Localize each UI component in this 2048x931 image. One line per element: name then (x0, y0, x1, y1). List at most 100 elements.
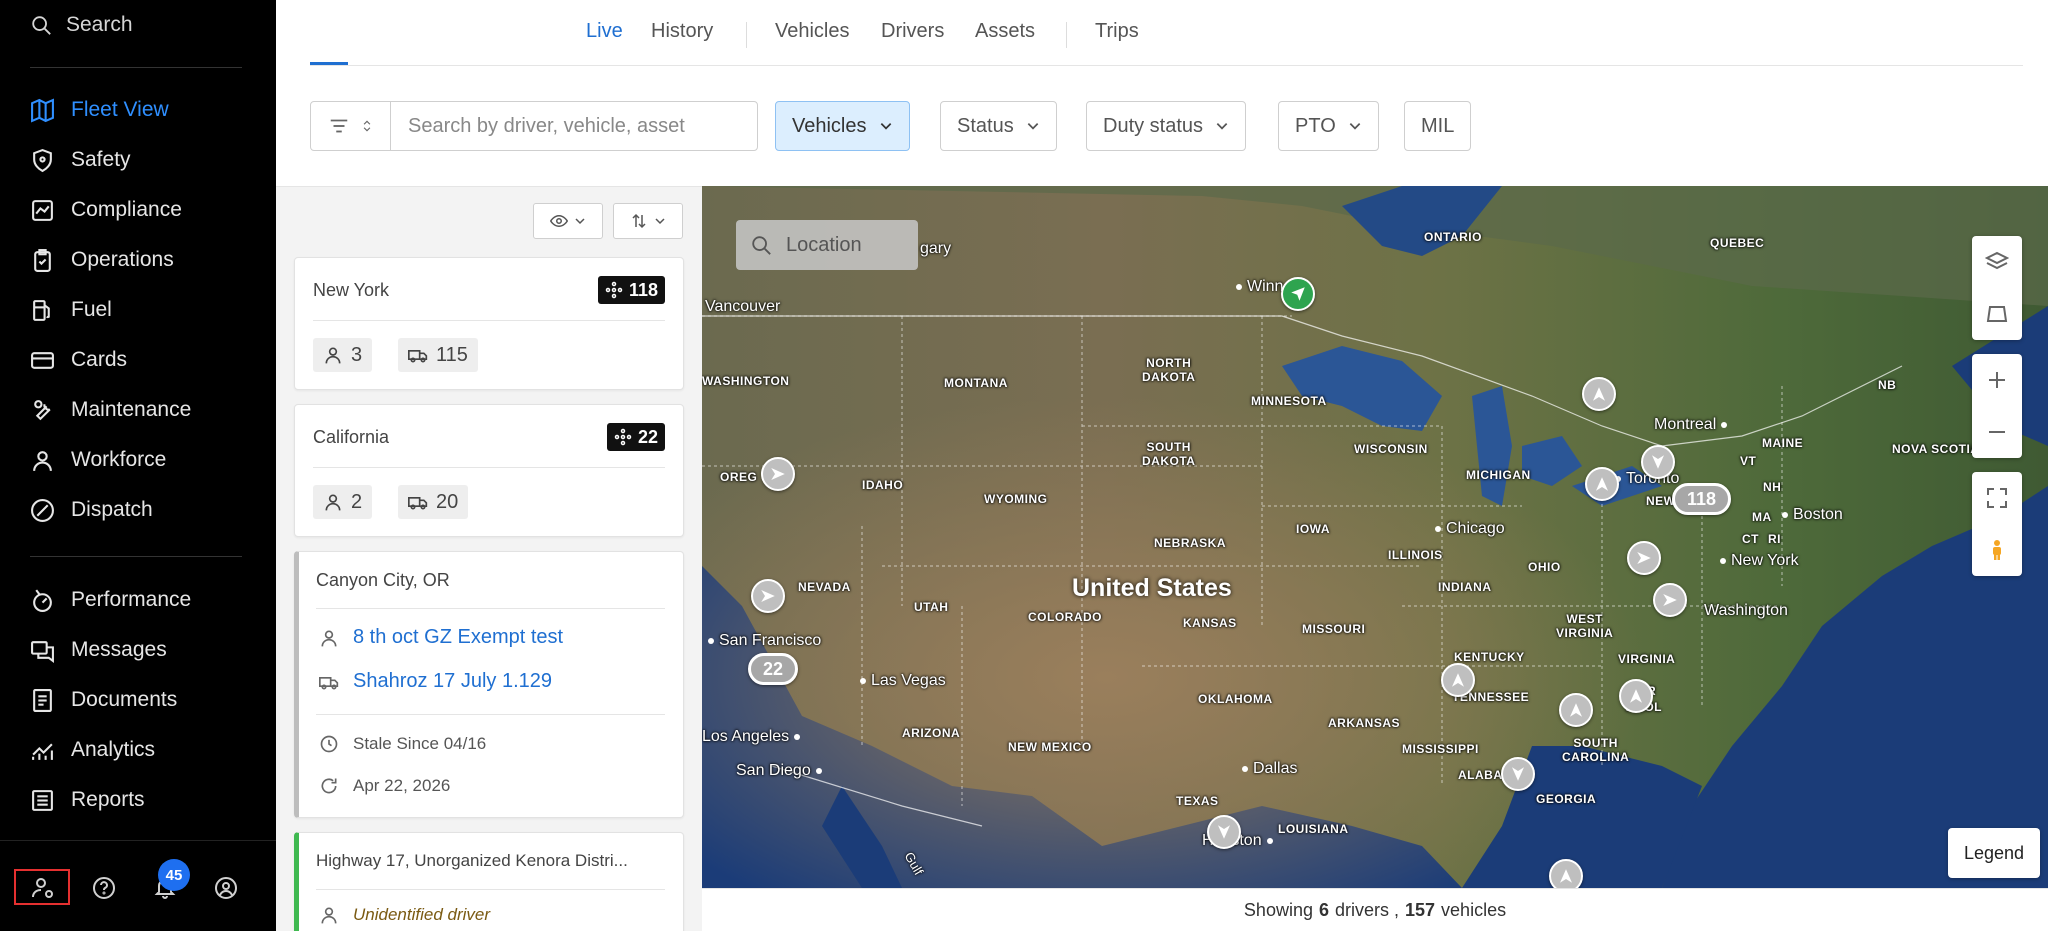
sidebar-item-fleet-view[interactable]: Fleet View (30, 92, 169, 128)
vehicle-marker[interactable] (1627, 541, 1661, 575)
person-icon (325, 347, 341, 364)
sidebar-item-operations[interactable]: Operations (30, 242, 174, 278)
vehicle-marker[interactable] (1653, 583, 1687, 617)
vehicle-marker[interactable] (1281, 277, 1315, 311)
pto-filter-dropdown[interactable]: PTO (1278, 101, 1379, 151)
messages-icon (31, 640, 54, 663)
filter-sort-button[interactable] (310, 101, 391, 151)
map-city-label: Boston (1782, 506, 1843, 524)
sidebar-item-workforce[interactable]: Workforce (30, 442, 166, 478)
sort-button[interactable] (613, 203, 683, 239)
fullscreen-button[interactable] (1972, 472, 2022, 524)
vehicle-marker[interactable] (1501, 757, 1535, 791)
map-cluster-california[interactable]: 22 (748, 653, 799, 685)
tab-trips[interactable]: Trips (1095, 20, 1139, 43)
admin-settings-button[interactable] (28, 873, 58, 903)
map-city-label: Dallas (1242, 760, 1297, 778)
vehicle-marker[interactable] (1641, 445, 1675, 479)
fleet-map[interactable]: ONTARIO QUEBEC WASHINGTON MONTANA NORTH … (702, 186, 2048, 888)
map-region-label: MONTANA (944, 376, 1008, 390)
map-region-label: MISSOURI (1302, 622, 1366, 636)
profile-button[interactable] (211, 873, 241, 903)
notification-badge: 45 (158, 859, 190, 891)
tab-live[interactable]: Live (586, 20, 623, 43)
vehicle-count: 20 (436, 490, 459, 513)
cluster-count: 22 (637, 426, 658, 447)
map-region-label: SOUTH CAROLINA (1562, 736, 1630, 764)
status-driver-count: 6 (1318, 899, 1329, 920)
map-city-label: Winn (1236, 278, 1283, 296)
zoom-out-button[interactable] (1972, 406, 2022, 458)
vehicle-marker[interactable] (761, 457, 795, 491)
tab-vehicles[interactable]: Vehicles (775, 20, 850, 43)
unidentified-driver: Unidentified driver (353, 905, 491, 924)
analytics-icon (32, 743, 53, 760)
stale-since: Stale Since 04/16 (353, 734, 487, 753)
status-filter-label: Status (957, 114, 1014, 137)
sidebar-item-cards[interactable]: Cards (30, 342, 127, 378)
vehicle-marker[interactable] (1585, 467, 1619, 501)
location-card-new-york[interactable]: New York 118 3 115 (294, 257, 684, 390)
map-city-label: gary (920, 240, 952, 257)
sidebar-item-analytics[interactable]: Analytics (30, 732, 155, 768)
map-status-bar: Showing 6 drivers , 157 vehicles (702, 888, 2048, 931)
vehicle-marker[interactable] (1441, 663, 1475, 697)
location-search[interactable]: Location (736, 220, 918, 270)
sidebar-item-performance[interactable]: Performance (30, 582, 191, 618)
vehicle-marker[interactable] (751, 579, 785, 613)
vehicle-marker[interactable] (1549, 859, 1583, 888)
map-region-label: VT (1740, 454, 1757, 468)
chevron-down-icon (575, 218, 585, 225)
sidebar-item-dispatch[interactable]: Dispatch (30, 492, 153, 528)
driver-link[interactable]: 8 th oct GZ Exempt test (353, 626, 563, 649)
map-region-label: ILLINOIS (1388, 548, 1443, 562)
status-filter-dropdown[interactable]: Status (940, 101, 1057, 151)
map-region-label: LOUISIANA (1278, 822, 1349, 836)
street-view-button[interactable] (1972, 524, 2022, 576)
map-region-label: NB (1878, 378, 1897, 392)
person-icon (33, 450, 52, 471)
vehicles-filter-dropdown[interactable]: Vehicles (775, 101, 910, 151)
sidebar-item-compliance[interactable]: Compliance (30, 192, 182, 228)
visibility-toggle-button[interactable] (533, 203, 603, 239)
sidebar-item-messages[interactable]: Messages (30, 632, 167, 668)
vehicle-link[interactable]: Shahroz 17 July 1.129 (353, 670, 552, 693)
cluster-count-badge: 22 (606, 423, 665, 451)
layers-button[interactable] (1972, 236, 2022, 288)
zoom-in-button[interactable] (1972, 354, 2022, 406)
vehicle-marker[interactable] (1559, 693, 1593, 727)
tab-assets[interactable]: Assets (975, 20, 1035, 43)
navigation-arrow-icon (1593, 387, 1605, 401)
vehicle-card-highway-17[interactable]: Highway 17, Unorganized Kenora Distri...… (294, 832, 684, 931)
vehicle-marker[interactable] (1619, 679, 1653, 713)
stale-row: Stale Since 04/16 (319, 734, 486, 754)
duty-status-filter-dropdown[interactable]: Duty status (1086, 101, 1247, 151)
user-circle-icon (215, 877, 237, 899)
tab-history[interactable]: History (651, 20, 713, 43)
map-cluster-new-york[interactable]: 118 (1672, 483, 1732, 515)
sidebar-item-label: Dispatch (71, 498, 153, 521)
mil-filter-button[interactable]: MIL (1404, 101, 1472, 151)
tab-drivers[interactable]: Drivers (881, 20, 944, 43)
sidebar-item-maintenance[interactable]: Maintenance (30, 392, 191, 428)
search-input[interactable] (390, 101, 758, 151)
legend-button[interactable]: Legend (1948, 828, 2040, 878)
location-card-california[interactable]: California 22 2 20 (294, 404, 684, 537)
sidebar-item-documents[interactable]: Documents (30, 682, 177, 718)
map-region-label: TEXAS (1176, 794, 1219, 808)
sidebar-item-safety[interactable]: Safety (30, 142, 131, 178)
sidebar-search-label: Search (66, 13, 133, 36)
sidebar-item-reports[interactable]: Reports (30, 782, 145, 818)
vehicle-marker[interactable] (1582, 377, 1616, 411)
driver-count: 3 (351, 343, 363, 366)
help-button[interactable] (89, 873, 119, 903)
draw-area-button[interactable] (1972, 288, 2022, 340)
sidebar-item-label: Workforce (71, 448, 167, 471)
sidebar-search[interactable]: Search (30, 10, 133, 40)
vehicle-card-canyon-city[interactable]: Canyon City, OR 8 th oct GZ Exempt test … (294, 551, 684, 818)
cluster-icon (614, 428, 632, 446)
card-title: California (313, 427, 390, 447)
sidebar-item-fuel[interactable]: Fuel (30, 292, 112, 328)
sidebar-item-label: Safety (71, 148, 131, 171)
vehicle-marker[interactable] (1207, 815, 1241, 849)
